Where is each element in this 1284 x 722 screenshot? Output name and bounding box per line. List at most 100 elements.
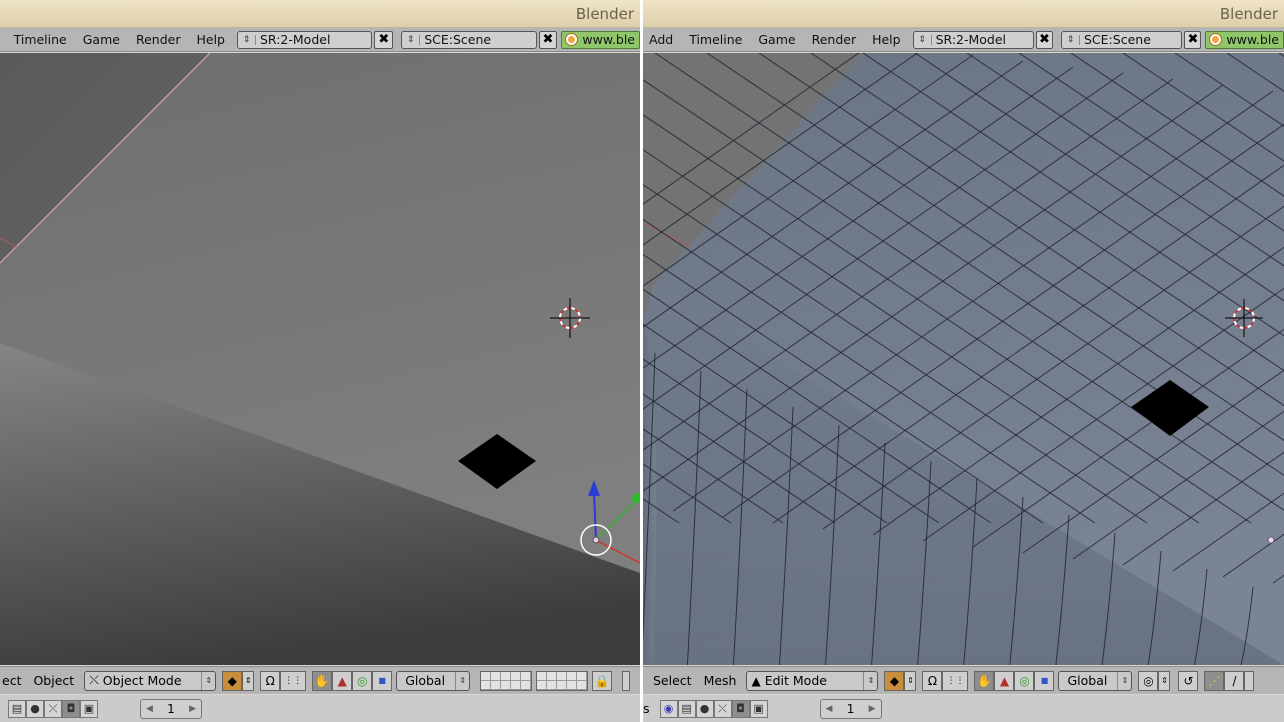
menu-help[interactable]: Help bbox=[188, 32, 233, 47]
right-window-title: Blender bbox=[1219, 5, 1278, 23]
hand-icon[interactable]: ✋ bbox=[974, 670, 995, 691]
image-icon[interactable]: ▣ bbox=[749, 699, 768, 718]
screen-selector[interactable]: ⇕ SR:2-Model bbox=[912, 30, 1034, 49]
menu-help[interactable]: Help bbox=[864, 32, 909, 47]
translate-manipulator-icon[interactable]: ■ bbox=[1034, 670, 1055, 691]
frame-number: 1 bbox=[846, 701, 855, 716]
edit-mode-icon: ▲ bbox=[751, 673, 761, 688]
menu-render[interactable]: Render bbox=[128, 32, 189, 47]
left-arrow-icon: ◀ bbox=[825, 703, 833, 714]
frame-icon[interactable]: ◘ bbox=[731, 699, 750, 718]
blender-website-link[interactable]: www.ble bbox=[1205, 30, 1284, 49]
right-titlebar: Blender bbox=[643, 0, 1284, 28]
menu-select[interactable]: Select bbox=[643, 673, 698, 688]
rotate-manipulator-icon[interactable]: ▲ bbox=[332, 670, 353, 691]
draw-type-icon[interactable]: ◆ bbox=[884, 670, 905, 691]
frame-icon[interactable]: ◘ bbox=[62, 699, 80, 718]
screen-selector[interactable]: ⇕ SR:2-Model bbox=[236, 30, 373, 49]
right-arrow-icon: ▶ bbox=[189, 703, 196, 714]
orientation-label: Global bbox=[405, 673, 446, 688]
window-type-icon[interactable]: ◉ bbox=[659, 699, 678, 718]
rotate-manipulator-icon[interactable]: ▲ bbox=[994, 670, 1015, 691]
selected-vertex bbox=[1267, 536, 1275, 544]
falloff-icon[interactable]: ↺ bbox=[1178, 670, 1199, 691]
menu-object[interactable]: Object bbox=[27, 673, 80, 688]
updown-arrows-icon: ⇕ bbox=[402, 34, 421, 45]
draw-type-icon[interactable]: ◆ bbox=[222, 670, 243, 691]
menu-add[interactable]: Add bbox=[643, 32, 681, 47]
blender-website-link[interactable]: www.ble bbox=[561, 30, 640, 49]
scale-manipulator-icon[interactable]: ◎ bbox=[352, 670, 373, 691]
snap-options-icon[interactable]: ⋮⋮ bbox=[942, 670, 969, 691]
menu-timeline[interactable]: Timeline bbox=[6, 32, 75, 47]
window-type-icon[interactable]: ▤ bbox=[8, 699, 26, 718]
scene-selector[interactable]: ⇕ SCE:Scene bbox=[1061, 30, 1183, 49]
menu-render[interactable]: Render bbox=[804, 32, 865, 47]
menu-mesh[interactable]: Mesh bbox=[698, 673, 743, 688]
face-select-icon[interactable] bbox=[1244, 670, 1255, 691]
right-3d-view-header: Select Mesh ▲ Edit Mode ⇕ ◆ ⇕ Ω ⋮⋮ ✋ ▲ ◎… bbox=[643, 666, 1284, 694]
menu-game[interactable]: Game bbox=[75, 32, 128, 47]
screen-name: SR:2-Model bbox=[935, 32, 1007, 47]
timeline-menu-partial[interactable]: s bbox=[643, 701, 656, 716]
scale-manipulator-icon[interactable]: ◎ bbox=[1014, 670, 1035, 691]
current-frame-field[interactable]: ◀ 1 ▶ bbox=[140, 698, 202, 719]
object-mode-icon: ⤬ bbox=[89, 673, 99, 687]
lock-icon[interactable]: 🔒 bbox=[592, 670, 613, 691]
left-window-title: Blender bbox=[575, 5, 634, 23]
mode-selector[interactable]: ▲ Edit Mode ⇕ bbox=[746, 670, 879, 691]
sphere-icon[interactable]: ● bbox=[695, 699, 714, 718]
right-3d-viewport[interactable] bbox=[643, 53, 1284, 665]
updown-arrows-icon: ⇕ bbox=[863, 671, 877, 690]
left-timeline-header: ▤ ● ⤬ ◘ ▣ ◀ 1 ▶ bbox=[0, 695, 640, 722]
scene-name: SCE:Scene bbox=[1084, 32, 1151, 47]
right-arrow-icon: ▶ bbox=[868, 703, 876, 714]
current-frame-field[interactable]: ◀ 1 ▶ bbox=[819, 698, 882, 719]
axis-icon[interactable]: ⤬ bbox=[713, 699, 732, 718]
image-icon[interactable]: ▣ bbox=[80, 699, 98, 718]
close-icon[interactable]: ✖ bbox=[1035, 30, 1053, 49]
layer-buttons-group-1[interactable] bbox=[480, 670, 533, 691]
left-blender-window: Blender Timeline Game Render Help ⇕ SR:2… bbox=[0, 0, 640, 722]
proportional-edit-icon[interactable]: ◎ bbox=[1138, 670, 1159, 691]
axis-icon[interactable]: ⤬ bbox=[44, 699, 62, 718]
updown-arrows-icon[interactable]: ⇕ bbox=[242, 670, 255, 691]
layer-buttons-group-2[interactable] bbox=[536, 670, 589, 691]
left-3d-view-header: ect Object ⤬ Object Mode ⇕ ◆ ⇕ Ω ⋮⋮ ✋ ▲ … bbox=[0, 666, 640, 694]
right-blender-window: Blender Add Timeline Game Render Help ⇕ … bbox=[643, 0, 1284, 722]
menu-select-partial[interactable]: ect bbox=[0, 673, 27, 688]
pivot-icon[interactable]: Ω bbox=[260, 670, 281, 691]
updown-arrows-icon: ⇕ bbox=[1062, 34, 1080, 45]
right-timeline-header: s ◉ ▤ ● ⤬ ◘ ▣ ◀ 1 ▶ bbox=[643, 695, 1284, 722]
close-icon[interactable]: ✖ bbox=[538, 30, 558, 49]
blender-logo-icon bbox=[566, 34, 578, 45]
menu-game[interactable]: Game bbox=[750, 32, 803, 47]
edge-select-icon[interactable]: / bbox=[1224, 670, 1245, 691]
website-link-text: www.ble bbox=[1226, 32, 1280, 47]
website-link-text: www.ble bbox=[582, 32, 635, 47]
left-3d-viewport[interactable] bbox=[0, 53, 640, 665]
orientation-label: Global bbox=[1067, 673, 1108, 688]
properties-icon[interactable]: ▤ bbox=[677, 699, 696, 718]
sphere-icon[interactable]: ● bbox=[26, 699, 44, 718]
menu-timeline[interactable]: Timeline bbox=[681, 32, 750, 47]
scene-name: SCE:Scene bbox=[424, 32, 492, 47]
header-scroll-icon[interactable] bbox=[622, 670, 631, 691]
scene-selector[interactable]: ⇕ SCE:Scene bbox=[401, 30, 537, 49]
right-info-menubar: Add Timeline Game Render Help ⇕ SR:2-Mod… bbox=[643, 28, 1284, 52]
hand-icon[interactable]: ✋ bbox=[312, 670, 333, 691]
pivot-icon[interactable]: Ω bbox=[922, 670, 943, 691]
translate-manipulator-icon[interactable]: ■ bbox=[372, 670, 393, 691]
mode-selector[interactable]: ⤬ Object Mode ⇕ bbox=[84, 670, 217, 691]
updown-arrows-icon[interactable]: ⇕ bbox=[904, 670, 917, 691]
close-icon[interactable]: ✖ bbox=[374, 30, 394, 49]
updown-arrows-icon: ⇕ bbox=[238, 34, 256, 45]
close-icon[interactable]: ✖ bbox=[1184, 30, 1202, 49]
orientation-selector[interactable]: Global ⇕ bbox=[396, 670, 471, 691]
vertex-select-icon[interactable]: ⋰ bbox=[1204, 670, 1225, 691]
orientation-selector[interactable]: Global ⇕ bbox=[1058, 670, 1133, 691]
updown-arrows-icon[interactable]: ⇕ bbox=[1158, 670, 1171, 691]
object-mode-render bbox=[0, 53, 640, 665]
snap-options-icon[interactable]: ⋮⋮ bbox=[280, 670, 307, 691]
edit-mode-mesh bbox=[643, 53, 1284, 665]
